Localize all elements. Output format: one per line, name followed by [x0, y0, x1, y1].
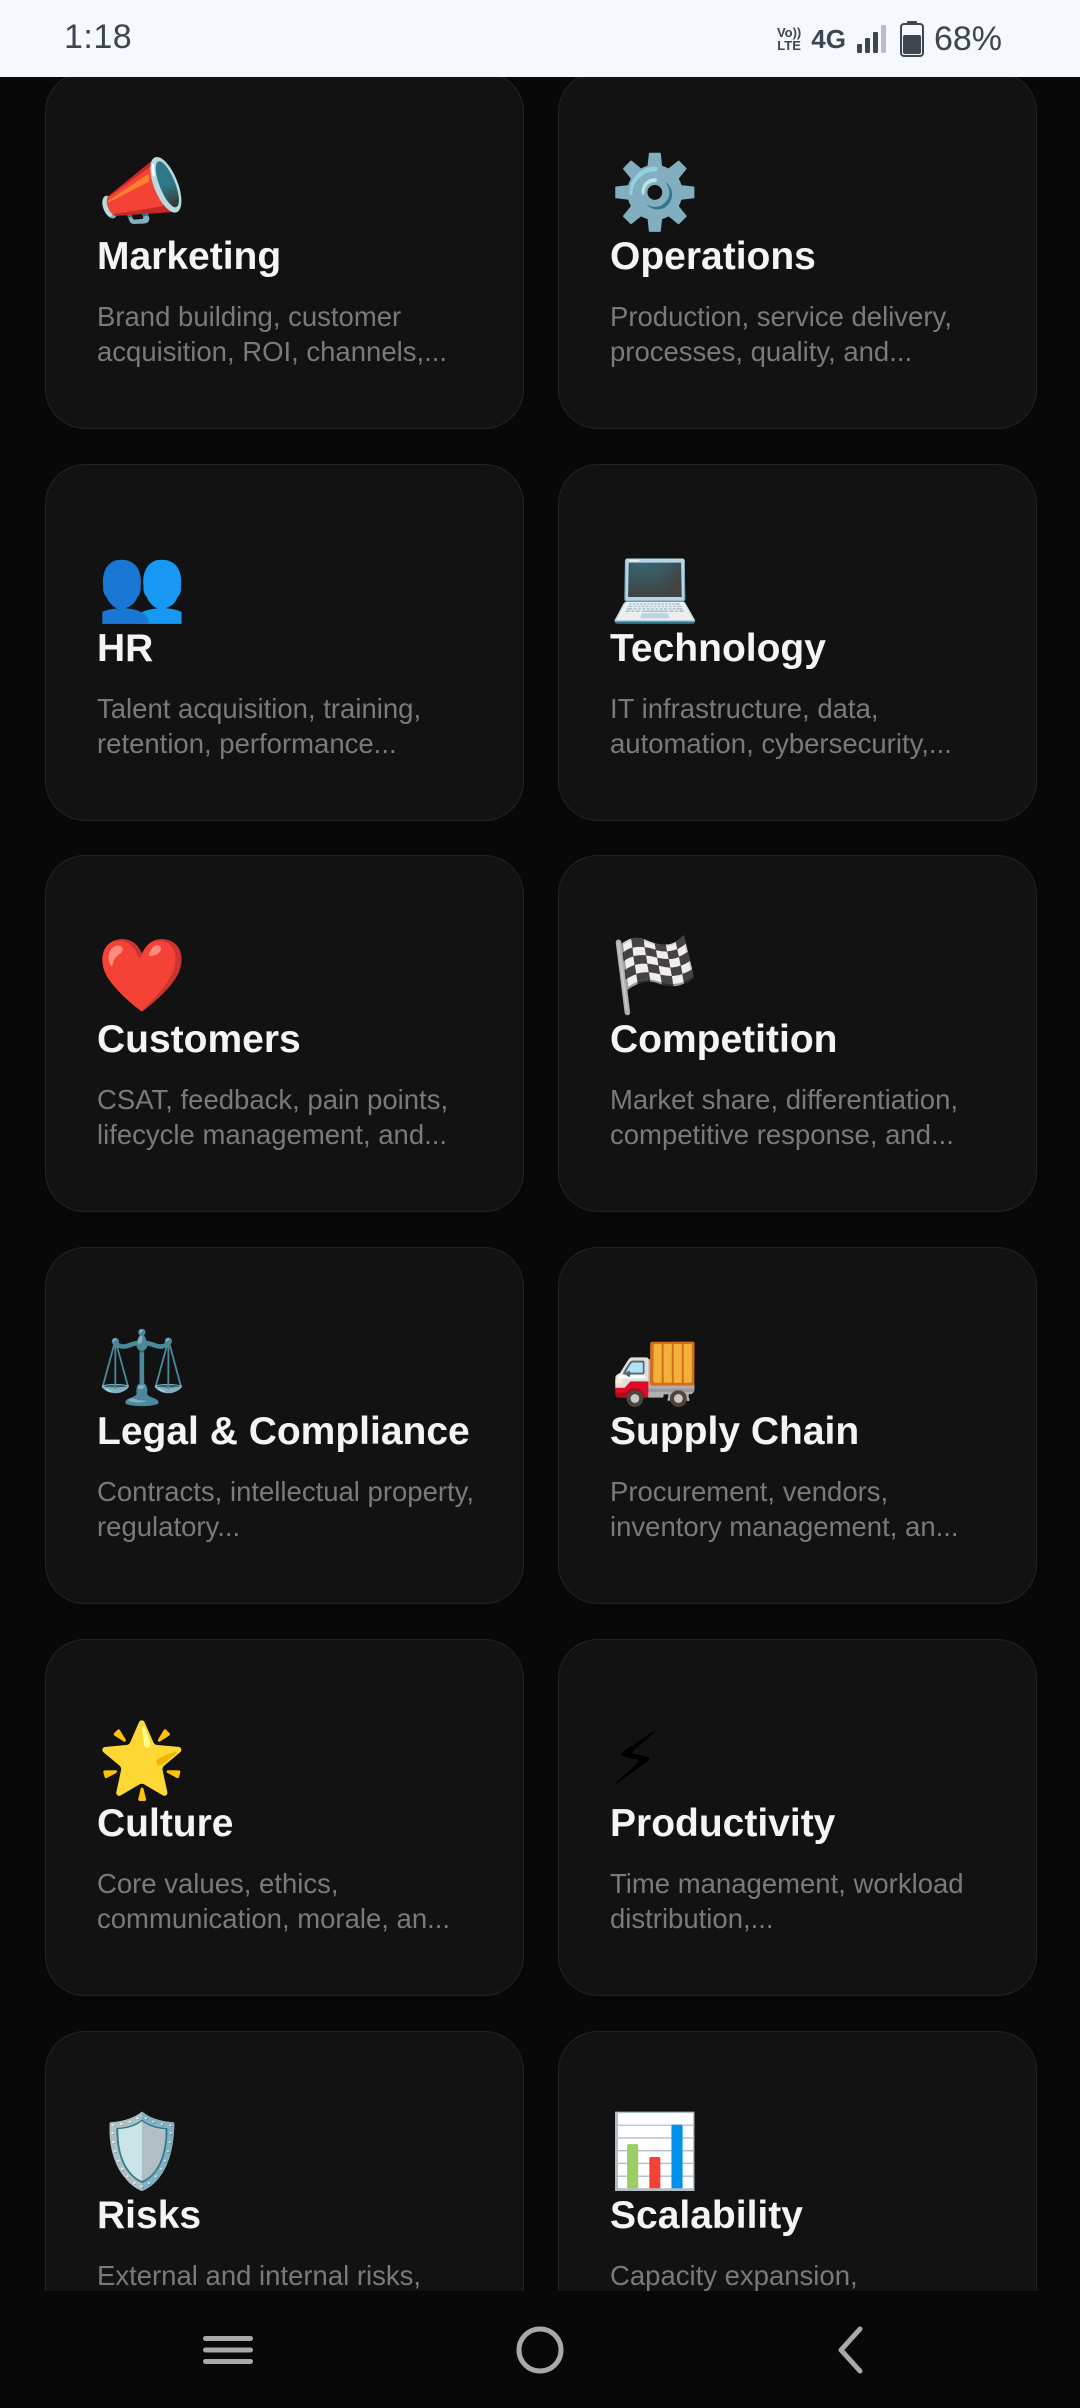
- app-screen: 1:18 Vo)) LTE 4G 68% 📣 Marketing Brand bui…: [0, 0, 1080, 2408]
- card-description: Talent acquisition, training, retention,…: [97, 693, 422, 759]
- category-card-operations[interactable]: ⚙️ Operations Production, service delivery…: [558, 77, 1037, 429]
- gear-icon: ⚙️: [610, 153, 700, 233]
- card-title: Customers: [97, 1018, 301, 1061]
- card-description: Contracts, intellectual property, regula…: [97, 1476, 475, 1542]
- category-card-scalability[interactable]: 📊 Scalability Capacity expansion,: [558, 2031, 1037, 2291]
- bar-chart-icon: 📊: [610, 2112, 700, 2192]
- card-title: Technology: [610, 627, 826, 670]
- card-description: Market share, differentiation, competiti…: [610, 1084, 959, 1150]
- category-card-technology[interactable]: 💻 Technology IT infrastructure, data, auto…: [558, 464, 1037, 821]
- people-icon: 👥: [97, 545, 187, 625]
- volte-icon: Vo)) LTE: [777, 26, 801, 52]
- category-card-competition[interactable]: 🏁 Competition Market share, differentiatio…: [558, 855, 1037, 1212]
- card-description: Procurement, vendors, inventory manageme…: [610, 1476, 959, 1542]
- card-description: Production, service delivery, processes,…: [610, 301, 952, 367]
- navigation-bar: [0, 2291, 1080, 2408]
- card-title: HR: [97, 627, 154, 670]
- laptop-icon: 💻: [610, 545, 700, 625]
- checkered-flag-icon: 🏁: [610, 936, 700, 1016]
- status-icons: Vo)) LTE 4G 68%: [777, 14, 1002, 64]
- card-title: Culture: [97, 1802, 234, 1845]
- category-card-supply-chain[interactable]: 🚚 Supply Chain Procurement, vendors, inven…: [558, 1247, 1037, 1604]
- category-card-customers[interactable]: ❤️ Customers CSAT, feedback, pain points, …: [45, 855, 524, 1212]
- network-type: 4G: [811, 23, 846, 54]
- home-icon: [516, 2326, 564, 2374]
- card-title: Risks: [97, 2194, 202, 2237]
- card-description: Core values, ethics, communication, mora…: [97, 1868, 451, 1934]
- card-description: External and internal risks,: [97, 2260, 422, 2291]
- category-card-marketing[interactable]: 📣 Marketing Brand building, customer acqui…: [45, 77, 524, 429]
- category-card-risks[interactable]: 🛡️ Risks External and internal risks,: [45, 2031, 524, 2291]
- card-title: Operations: [610, 235, 816, 278]
- card-title: Supply Chain: [610, 1410, 860, 1453]
- card-description: Brand building, customer acquisition, RO…: [97, 301, 448, 367]
- card-title: Marketing: [97, 235, 282, 278]
- category-card-legal-compliance[interactable]: ⚖️ Legal & Compliance Contracts, intellect…: [45, 1247, 524, 1604]
- back-icon: [838, 2326, 863, 2374]
- recents-icon: [203, 2336, 253, 2364]
- heart-icon: ❤️: [97, 936, 187, 1016]
- card-description: IT infrastructure, data, automation, cyb…: [610, 693, 952, 759]
- megaphone-icon: 📣: [97, 153, 187, 233]
- shield-icon: 🛡️: [97, 2112, 187, 2192]
- card-description: Time management, workload distribution,.…: [610, 1868, 964, 1934]
- delivery-truck-icon: 🚚: [610, 1328, 700, 1408]
- card-title: Productivity: [610, 1802, 836, 1845]
- lightning-icon: ⚡: [610, 1720, 661, 1800]
- category-card-productivity[interactable]: ⚡ Productivity Time management, workload d…: [558, 1639, 1037, 1996]
- card-title: Competition: [610, 1018, 838, 1061]
- scales-icon: ⚖️: [97, 1328, 187, 1408]
- card-title: Legal & Compliance: [97, 1410, 470, 1453]
- card-description: Capacity expansion,: [610, 2260, 858, 2291]
- card-description: CSAT, feedback, pain points, lifecycle m…: [97, 1084, 449, 1150]
- home-button[interactable]: [500, 2319, 580, 2381]
- volte-bottom-label: LTE: [777, 38, 801, 53]
- status-bar: 1:18 Vo)) LTE 4G 68%: [0, 0, 1080, 77]
- category-grid: 📣 Marketing Brand building, customer acqui…: [0, 77, 1080, 2291]
- category-card-hr[interactable]: 👥 HR Talent acquisition, training, retenti…: [45, 464, 524, 821]
- battery-icon: [899, 21, 924, 57]
- signal-icon: [856, 25, 886, 53]
- recents-button[interactable]: [188, 2319, 268, 2381]
- battery-percent: 68%: [933, 19, 1002, 58]
- category-card-culture[interactable]: 🌟 Culture Core values, ethics, communicati…: [45, 1639, 524, 1996]
- back-button[interactable]: [810, 2319, 890, 2381]
- star-icon: 🌟: [97, 1720, 187, 1800]
- card-title: Scalability: [610, 2194, 803, 2237]
- status-time: 1:18: [64, 18, 133, 56]
